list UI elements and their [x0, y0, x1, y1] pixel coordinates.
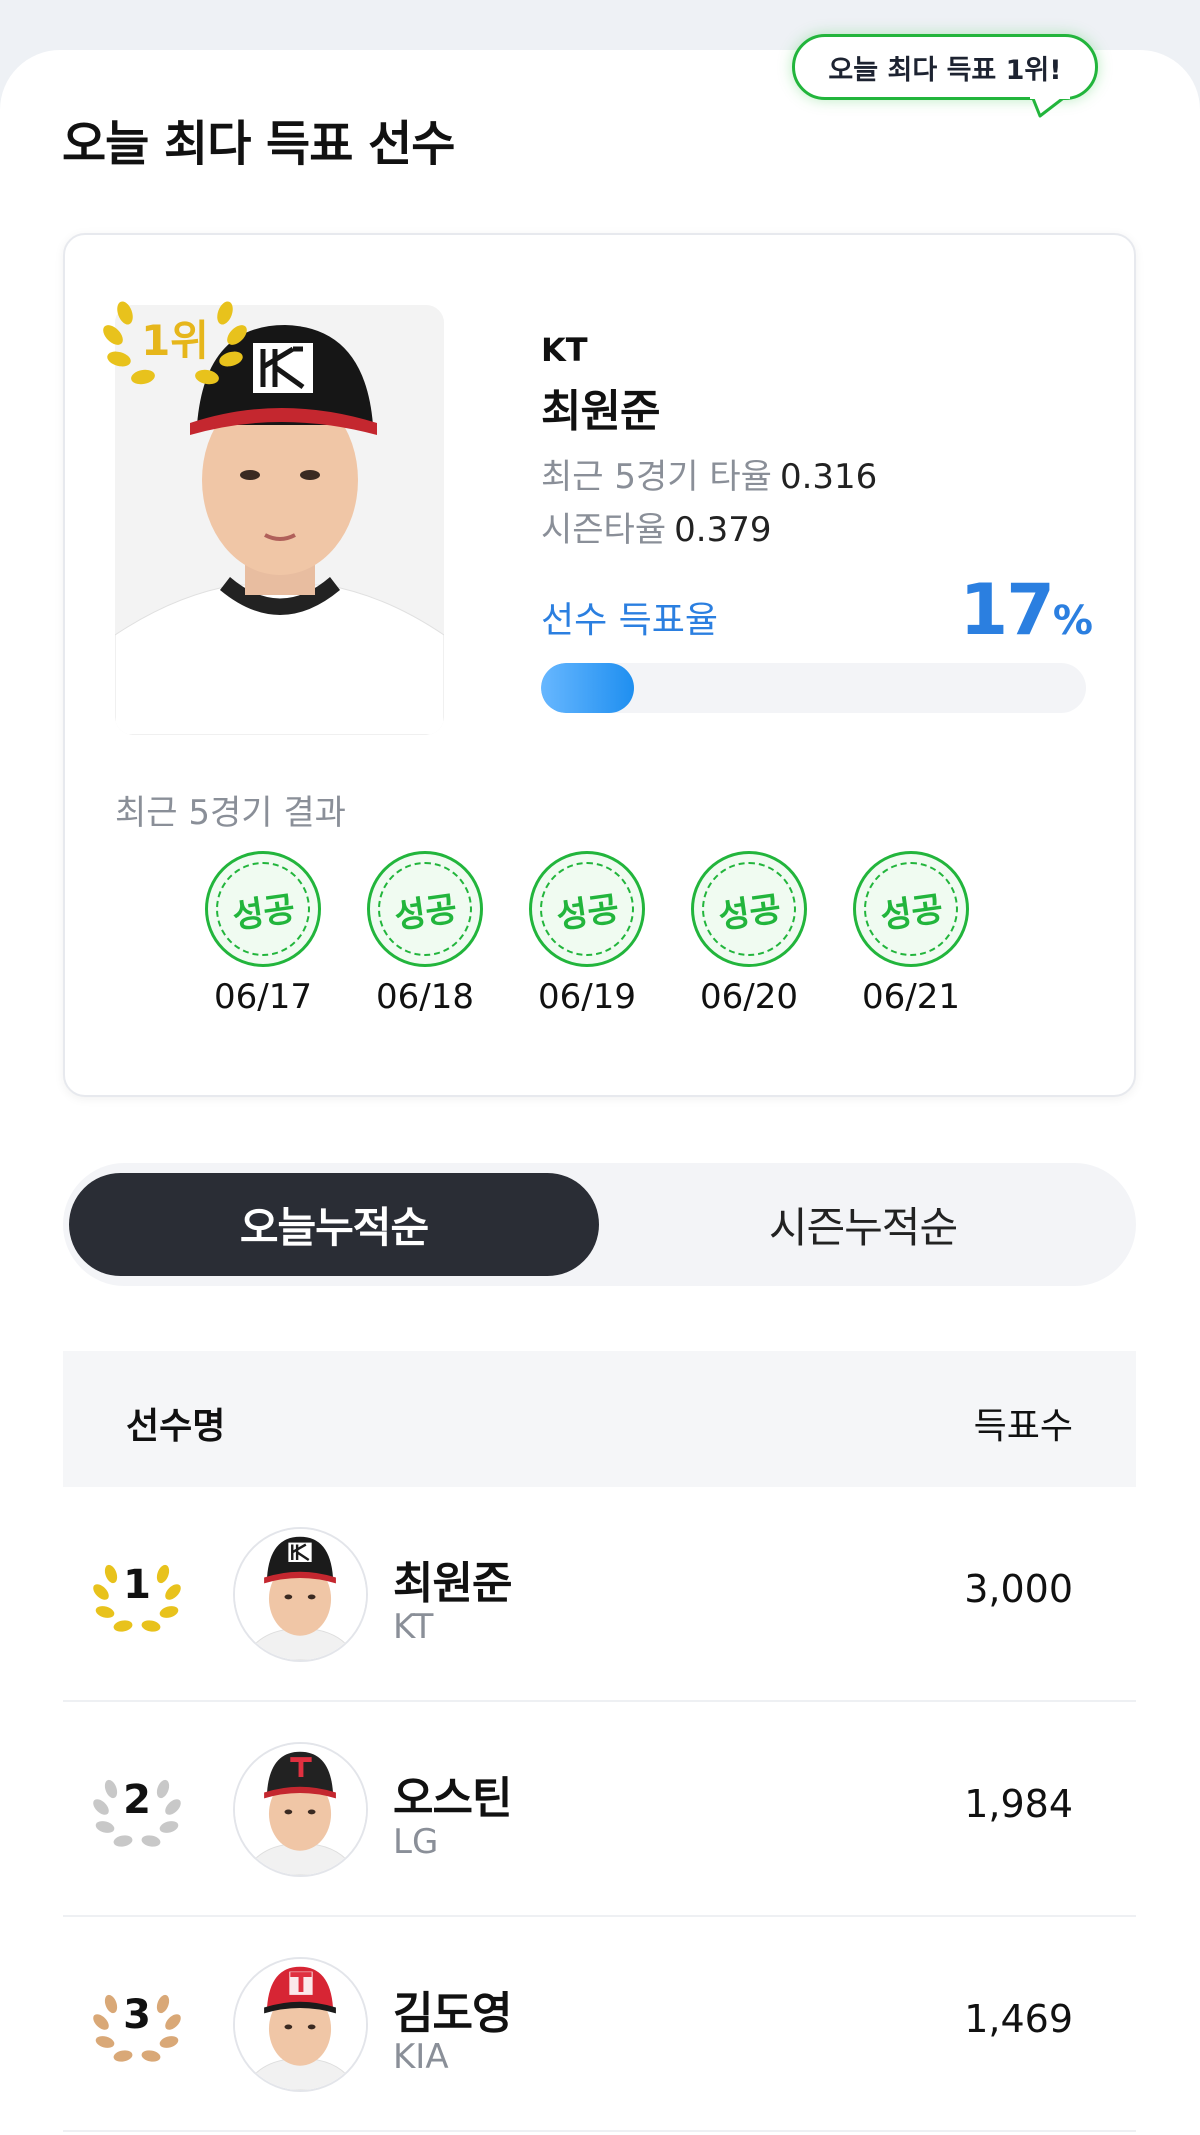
table-header: 선수명 득표수: [63, 1351, 1136, 1487]
game-date: 06/18: [376, 977, 474, 1017]
ranking-row[interactable]: 2 오스틴 LG 1,984: [63, 1702, 1136, 1917]
top-player-card[interactable]: 1위 KT 최원준 최근 5경기 타율 0.316 시즌타율 0.379 선수 득표…: [63, 233, 1136, 1097]
game-result: 성공: [553, 888, 622, 937]
vote-rate-unit: %: [1052, 598, 1093, 644]
player-avatar: [233, 1527, 368, 1662]
row-rank: 1: [123, 1562, 151, 1608]
game-result: 성공: [229, 888, 298, 937]
row-rank: 3: [123, 1992, 151, 2038]
recent-results-list: 성공 06/17 성공 06/18 성공 06/19 성공 06/20 성공 06/21: [205, 851, 969, 1017]
row-player-team: LG: [393, 1822, 439, 1862]
row-player-name: 오스틴: [393, 1773, 512, 1824]
row-vote-count: 1,469: [964, 1997, 1073, 2041]
row-player-team: KIA: [393, 2037, 449, 2077]
vote-rate-value: 17%: [959, 569, 1094, 651]
success-stamp-icon: 성공: [367, 851, 483, 967]
vote-rate-row: 선수 득표율 17%: [541, 569, 1093, 651]
top-voted-bubble: 오늘 최다 득표 1위!: [792, 34, 1098, 100]
bubble-tail-icon: [1030, 96, 1070, 118]
row-player-name: 최원준: [393, 1558, 512, 1609]
season-avg-value: 0.379: [674, 510, 772, 550]
ranking-row[interactable]: 3 김도영 KIA 1,469: [63, 1917, 1136, 2132]
row-rank: 2: [123, 1777, 151, 1823]
vote-rate-number: 17: [959, 569, 1055, 651]
tab-season-cumulative[interactable]: 시즌누적순: [598, 1173, 1128, 1276]
column-header-player: 선수명: [126, 1406, 226, 1447]
player-avatar: [233, 1957, 368, 2092]
tab-today-cumulative[interactable]: 오늘누적순: [69, 1173, 599, 1276]
recent-avg-value: 0.316: [779, 457, 878, 497]
recent-game: 성공 06/18: [367, 851, 483, 1017]
game-date: 06/19: [538, 977, 636, 1017]
player-avatar: [233, 1742, 368, 1877]
recent-game: 성공 06/19: [529, 851, 645, 1017]
success-stamp-icon: 성공: [691, 851, 807, 967]
success-stamp-icon: 성공: [205, 851, 321, 967]
game-result: 성공: [715, 888, 784, 937]
vote-progress-fill: [541, 663, 634, 713]
recent-game: 성공 06/21: [853, 851, 969, 1017]
recent-avg-stat: 최근 5경기 타율 0.316: [541, 449, 1091, 498]
success-stamp-icon: 성공: [853, 851, 969, 967]
row-player-team: KT: [393, 1607, 434, 1647]
game-result: 성공: [391, 888, 460, 937]
player-name: 최원준: [541, 386, 660, 437]
row-vote-count: 1,984: [964, 1782, 1073, 1826]
row-player-name: 김도영: [393, 1988, 512, 2039]
recent-game: 성공 06/17: [205, 851, 321, 1017]
player-team: KT: [541, 331, 588, 369]
recent-results-label: 최근 5경기 결과: [115, 793, 346, 833]
game-date: 06/21: [862, 977, 960, 1017]
recent-game: 성공 06/20: [691, 851, 807, 1017]
game-date: 06/20: [700, 977, 798, 1017]
vote-rate-label: 선수 득표율: [541, 600, 719, 641]
game-date: 06/17: [214, 977, 312, 1017]
column-header-votes: 득표수: [973, 1406, 1073, 1447]
vote-progress-bar: [541, 663, 1086, 713]
ranking-tabs: 오늘누적순 시즌누적순: [63, 1163, 1136, 1286]
season-avg-stat: 시즌타율 0.379: [541, 502, 1091, 551]
rank-badge-label: 1위: [141, 316, 209, 365]
row-vote-count: 3,000: [964, 1567, 1073, 1611]
success-stamp-icon: 성공: [529, 851, 645, 967]
ranking-row[interactable]: 1 최원준 KT 3,000: [63, 1487, 1136, 1702]
season-avg-label: 시즌타율: [541, 510, 667, 550]
recent-avg-label: 최근 5경기 타율: [541, 457, 772, 497]
player-info: KT 최원준 최근 5경기 타율 0.316 시즌타율 0.379 선수 득표율 1…: [541, 331, 1093, 713]
page-title: 오늘 최다 득표 선수: [62, 116, 455, 172]
game-result: 성공: [877, 888, 946, 937]
